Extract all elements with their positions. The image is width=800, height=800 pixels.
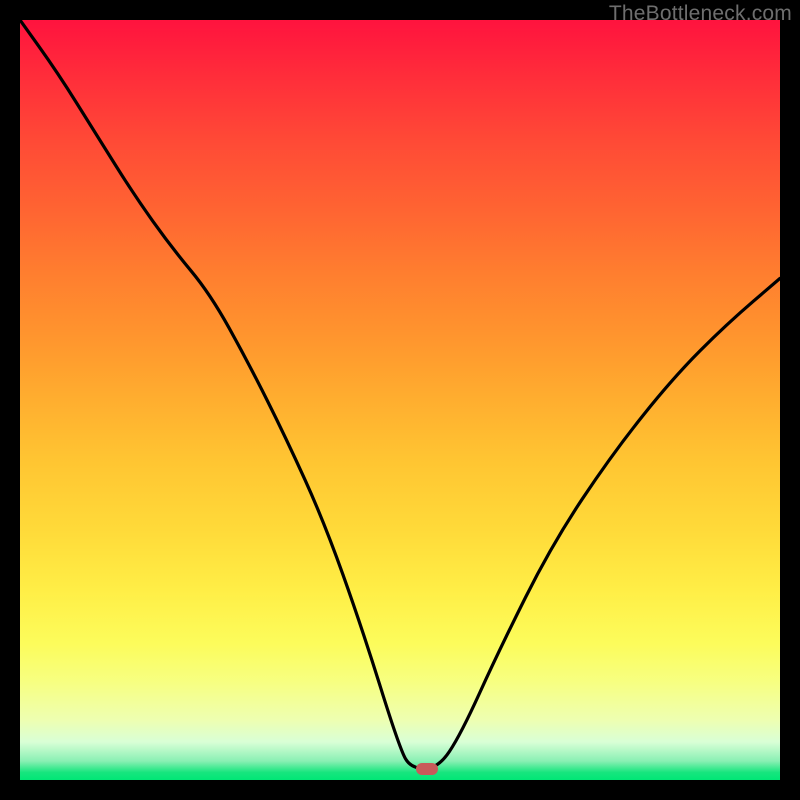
bottleneck-curve <box>20 20 780 780</box>
bottleneck-marker <box>416 763 438 775</box>
chart-frame: TheBottleneck.com <box>0 0 800 800</box>
plot-area <box>20 20 780 780</box>
